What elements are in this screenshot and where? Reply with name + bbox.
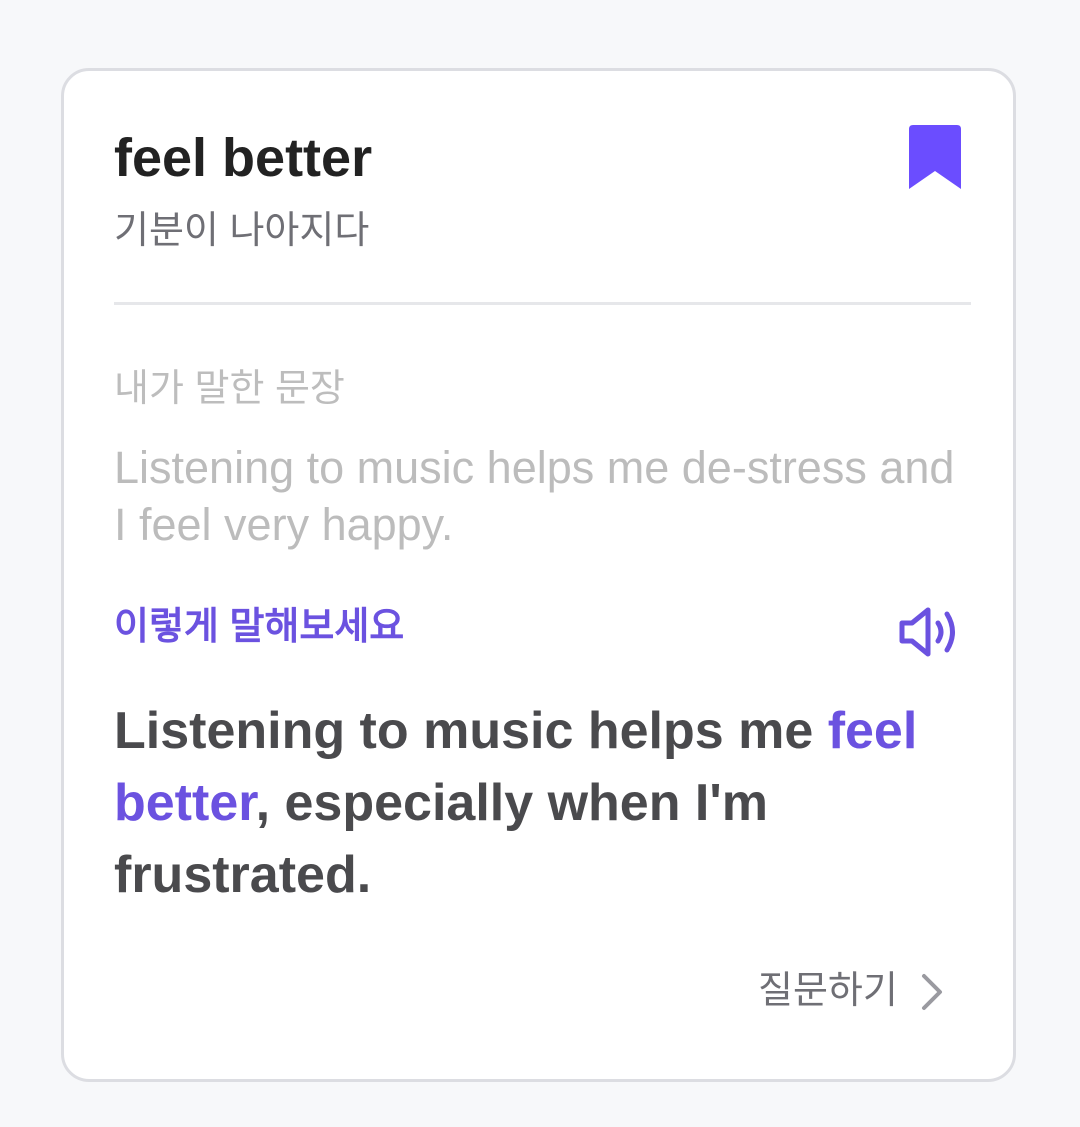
suggestion-label: 이렇게 말해보세요 [114, 606, 405, 648]
my-sentence-label: 내가 말한 문장 [114, 368, 345, 410]
ask-question-label: 질문하기 [758, 970, 898, 1013]
ask-question-button[interactable]: 질문하기 [758, 964, 944, 1020]
bookmark-icon[interactable] [909, 125, 961, 189]
chevron-right-icon [921, 974, 942, 1010]
divider [114, 302, 971, 305]
suggestion-text-before: Listening to music helps me [114, 702, 828, 760]
expression-title: feel better [114, 128, 373, 188]
speaker-icon[interactable] [896, 604, 962, 660]
expression-card: feel better 기분이 나아지다 내가 말한 문장 Listening … [61, 68, 1016, 1082]
my-sentence-text: Listening to music helps me de-stress an… [114, 442, 955, 550]
suggestion-sentence: Listening to music helps me feel better,… [114, 695, 974, 911]
expression-meaning: 기분이 나아지다 [114, 210, 370, 252]
